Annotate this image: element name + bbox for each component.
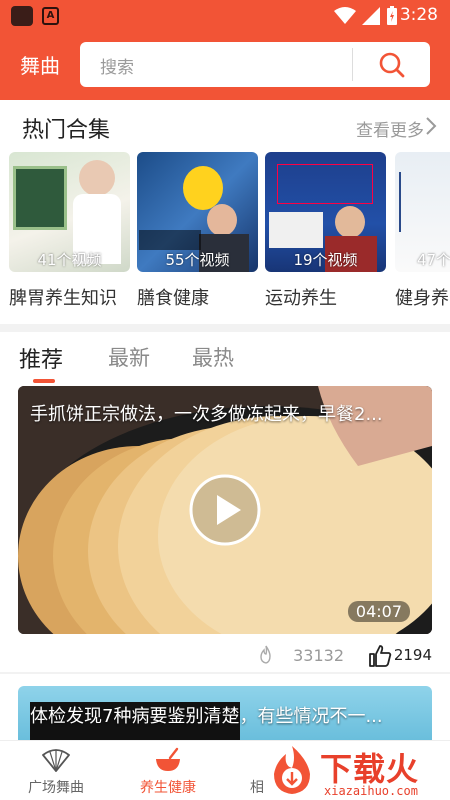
nav-square-dance[interactable]: 广场舞曲 <box>0 741 112 800</box>
collection-label: 膳食健康 <box>137 288 209 309</box>
hot-collections-section: 热门合集 查看更多 41个视频 脾胃养生知识 55个视频 膳食健康 19个视频 … <box>0 100 450 324</box>
tab-hottest[interactable]: 最热 <box>192 342 234 372</box>
collection-carousel[interactable]: 41个视频 脾胃养生知识 55个视频 膳食健康 19个视频 运动养生 47个 健… <box>0 152 450 324</box>
collection-thumbnail: 19个视频 <box>265 152 386 272</box>
search-button[interactable] <box>353 42 430 87</box>
view-count: 33132 <box>293 646 344 665</box>
like-count: 2194 <box>393 646 432 664</box>
flame-logo-icon <box>274 746 310 794</box>
wifi-icon <box>334 7 356 24</box>
collection-count: 41个视频 <box>37 251 102 269</box>
video-title: 体检发现7种病要鉴别清楚，有些情况不一... <box>30 706 383 727</box>
video-stats: 33132 2194 <box>0 644 450 670</box>
collection-count: 55个视频 <box>165 251 230 269</box>
feed-tabs: 推荐 最新 最热 <box>0 332 450 386</box>
video-card[interactable]: 体检发现7种病要鉴别清楚，有些情况不一... <box>0 674 450 740</box>
watermark-logo: 下载火 xiazaihuo.com <box>262 740 450 800</box>
collection-count: 47个 <box>417 251 450 269</box>
search-icon <box>379 52 404 77</box>
signal-icon <box>362 7 380 25</box>
collection-card[interactable]: 47个 健身养 <box>395 152 450 309</box>
active-tab-indicator <box>33 379 55 383</box>
collection-thumbnail: 55个视频 <box>137 152 258 272</box>
collection-thumbnail: 47个 <box>395 152 450 272</box>
collection-card[interactable]: 41个视频 脾胃养生知识 <box>9 152 130 309</box>
nav-album[interactable]: 相 <box>224 741 264 800</box>
collection-label: 运动养生 <box>265 288 337 309</box>
nav-label: 广场舞曲 <box>28 780 84 796</box>
video-card[interactable]: 手抓饼正宗做法，一次多做冻起来，早餐2... 04:07 33132 2194 <box>0 386 450 672</box>
section-title: 热门合集 <box>22 118 111 143</box>
status-bar: A 3:28 <box>0 0 450 32</box>
watermark-subtext: xiazaihuo.com <box>324 784 418 798</box>
search-bar[interactable]: 搜索 <box>80 42 430 87</box>
battery-icon <box>387 6 397 25</box>
search-input[interactable]: 搜索 <box>100 53 134 78</box>
tab-recommended[interactable]: 推荐 <box>19 342 63 374</box>
video-thumbnail[interactable]: 体检发现7种病要鉴别清楚，有些情况不一... <box>18 686 432 740</box>
collection-label: 健身养 <box>395 288 449 309</box>
bowl-icon <box>156 747 180 771</box>
app-a-notification-icon: A <box>42 7 59 25</box>
status-icons <box>334 6 398 26</box>
collection-thumbnail: 41个视频 <box>9 152 130 272</box>
collection-card[interactable]: 19个视频 运动养生 <box>265 152 386 309</box>
view-more-link[interactable]: 查看更多 <box>356 116 424 141</box>
collection-card[interactable]: 55个视频 膳食健康 <box>137 152 258 309</box>
collection-count: 19个视频 <box>293 251 358 269</box>
flame-icon <box>260 645 271 664</box>
top-bar: A 3:28 舞曲 搜索 <box>0 0 450 100</box>
fan-icon <box>42 749 70 772</box>
nav-health[interactable]: 养生健康 <box>112 741 224 800</box>
thumbs-up-icon[interactable] <box>368 644 392 668</box>
nav-label: 养生健康 <box>140 780 196 796</box>
video-thumbnail[interactable]: 手抓饼正宗做法，一次多做冻起来，早餐2... 04:07 <box>18 386 432 634</box>
collection-label: 脾胃养生知识 <box>9 288 117 309</box>
tab-latest[interactable]: 最新 <box>108 342 150 372</box>
chevron-right-icon[interactable] <box>424 116 438 136</box>
video-title: 手抓饼正宗做法，一次多做冻起来，早餐2... <box>30 404 383 425</box>
header-tab-label[interactable]: 舞曲 <box>20 50 60 79</box>
status-time: 3:28 <box>399 5 438 25</box>
video-duration: 04:07 <box>347 601 410 622</box>
app-notification-icon <box>11 6 33 26</box>
play-icon[interactable] <box>188 473 262 547</box>
